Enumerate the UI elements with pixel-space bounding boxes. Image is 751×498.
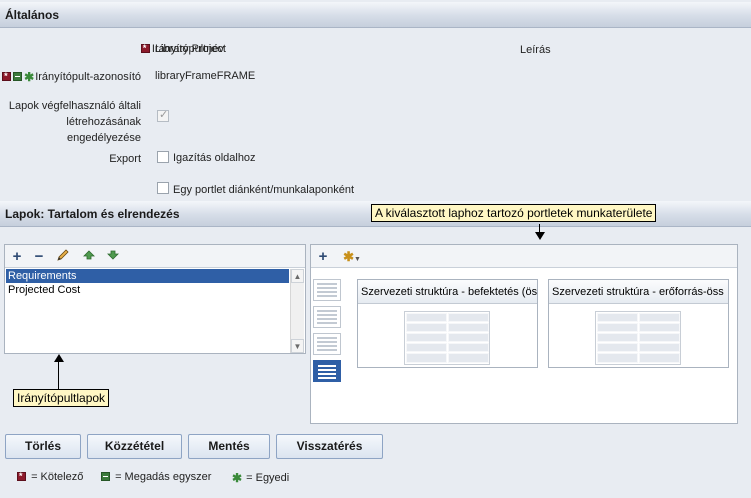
layout-option-2[interactable] <box>313 306 341 328</box>
layout-option-4[interactable] <box>313 360 341 382</box>
publish-button[interactable]: Közzététel <box>87 434 182 459</box>
legend-once: = Megadás egyszer <box>101 471 211 483</box>
list-item[interactable]: Projected Cost <box>6 283 289 297</box>
required-icon <box>2 71 12 81</box>
dashboard-id-value[interactable]: libraryFrameFRAME <box>155 70 255 82</box>
workspace-callout-arrow <box>535 232 545 240</box>
legend-required: = Kötelező <box>17 471 83 483</box>
scroll-down-icon[interactable]: ▼ <box>291 339 304 353</box>
table-icon <box>595 311 681 365</box>
description-label: Leírás <box>520 44 551 56</box>
plus-icon[interactable]: + <box>8 248 26 265</box>
arrow-up-icon[interactable] <box>80 248 98 265</box>
scroll-up-icon[interactable]: ▲ <box>291 269 304 283</box>
pages-callout-arrow <box>54 354 64 362</box>
pages-list-scrollbar[interactable]: ▲ ▼ <box>290 269 304 353</box>
section-title: Lapok: Tartalom és elrendezés <box>5 207 180 221</box>
workspace-callout-line <box>539 224 540 232</box>
portlet-card[interactable]: Szervezeti struktúra - erőforrás-öss <box>548 279 729 368</box>
legend-unique: ✱ = Egyedi <box>232 471 290 485</box>
layout-option-1[interactable] <box>313 279 341 301</box>
export-fit-checkbox[interactable] <box>157 151 169 163</box>
list-item[interactable]: Requirements <box>6 269 289 283</box>
gear-icon[interactable]: ✱▼ <box>339 248 365 265</box>
portlet-card[interactable]: Szervezeti struktúra - befektetés (ös <box>357 279 538 368</box>
layout-option-3[interactable] <box>313 333 341 355</box>
arrow-down-icon[interactable] <box>104 248 122 265</box>
dashboard-id-label: ✱Irányítópult-azonosító <box>0 70 141 84</box>
required-icon <box>17 471 26 481</box>
portlet-title: Szervezeti struktúra - erőforrás-öss <box>549 280 728 304</box>
once-icon <box>101 472 110 481</box>
unique-icon: ✱ <box>232 471 243 485</box>
export-slide-checkbox[interactable] <box>157 182 169 194</box>
delete-button[interactable]: Törlés <box>5 434 81 459</box>
portlet-title: Szervezeti struktúra - befektetés (ös <box>358 280 537 304</box>
export-slide-label: Egy portlet diánként/munkalaponként <box>173 184 355 196</box>
workspace-panel: + ✱▼ Szervezeti struktúra - befektetés (… <box>310 244 738 424</box>
pencil-icon[interactable] <box>54 248 72 265</box>
pages-callout-line <box>58 362 59 389</box>
enduser-pages-label: Lapok végfelhasználó általi létrehozásán… <box>8 100 141 144</box>
plus-icon[interactable]: + <box>314 248 332 265</box>
table-icon <box>404 311 490 365</box>
save-button[interactable]: Mentés <box>188 434 270 459</box>
pages-list-panel: + − Requirements Projected Cost ▲ ▼ <box>4 244 306 354</box>
export-fit-label: Igazítás oldalhoz <box>173 152 256 164</box>
return-button[interactable]: Visszatérés <box>276 434 383 459</box>
unique-icon: ✱ <box>24 70 35 84</box>
workspace-callout: A kiválasztott laphoz tartozó portletek … <box>371 204 657 222</box>
section-title: Általános <box>5 8 60 22</box>
pages-toolbar: + − <box>5 245 305 268</box>
required-icon <box>140 43 150 53</box>
export-label: Export <box>109 153 141 165</box>
enduser-pages-checkbox[interactable] <box>157 108 169 122</box>
once-icon <box>13 72 23 81</box>
dashboard-name-value[interactable]: Library Project <box>155 43 226 55</box>
section-header-general: Általános <box>0 2 751 28</box>
pages-callout: Irányítópultlapok <box>13 389 110 407</box>
workspace-toolbar: + ✱▼ <box>311 245 737 268</box>
minus-icon[interactable]: − <box>30 248 48 265</box>
